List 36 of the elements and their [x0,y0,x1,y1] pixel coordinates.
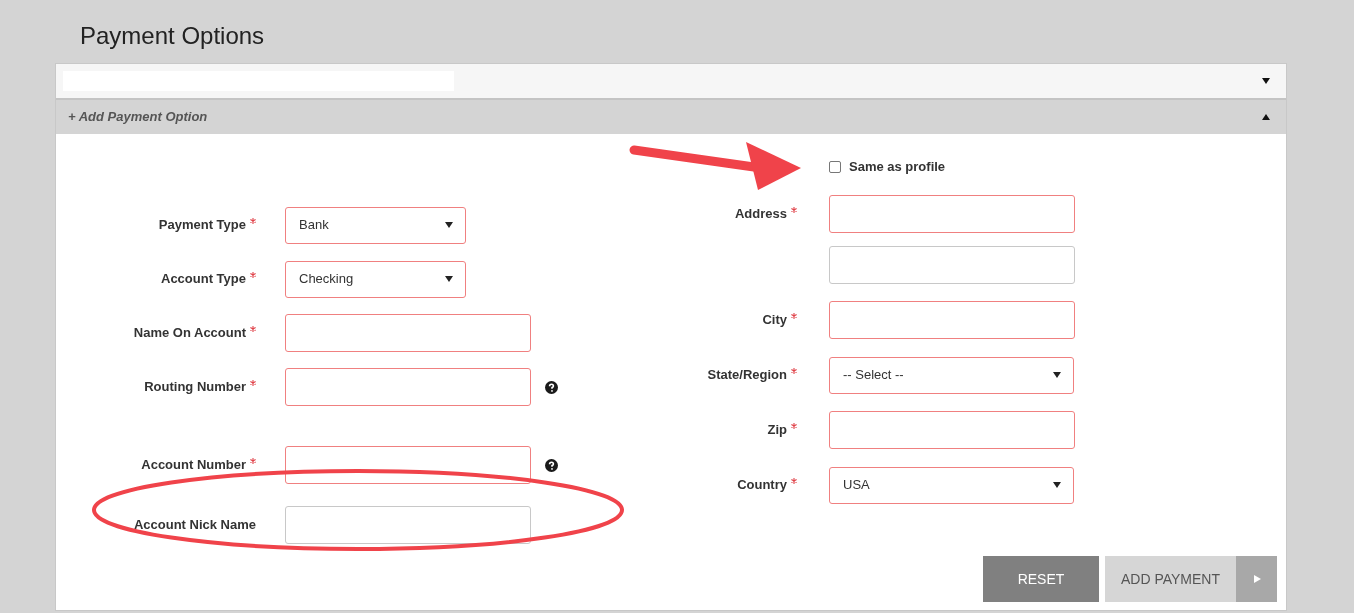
caret-icon [445,221,453,229]
input-field[interactable] [285,314,531,352]
help-icon[interactable] [545,458,558,472]
dropdown[interactable]: Checking [285,260,466,298]
field-label: Account Nick Name [133,517,256,533]
field-label: City [762,312,787,328]
play-icon [1252,575,1261,583]
field-label: State/Region [707,367,787,383]
caret-icon [1053,481,1061,489]
dropdown[interactable]: USA [829,466,1074,504]
input-field[interactable] [829,301,1075,339]
caret-icon [445,275,453,283]
field-label: Country [737,477,787,493]
field-label: Account Type [161,271,246,287]
section-header[interactable]: + Add Payment Option [56,98,1286,134]
caret-icon [1053,371,1061,379]
input-field[interactable] [829,411,1075,449]
help-icon[interactable] [545,380,558,394]
page-title: Payment Options [80,20,265,51]
field-label: Routing Number [144,379,246,395]
input-field[interactable] [829,195,1075,233]
input-field[interactable] [285,506,531,544]
input-field[interactable] [285,368,531,406]
field-label: Address [734,206,787,222]
add-payment-button[interactable]: ADD PAYMENT [1105,556,1277,602]
field-label: Zip [767,422,787,438]
reset-button[interactable]: RESET [983,556,1099,602]
checkbox-label[interactable]: Same as profile [849,157,946,177]
field-label: Account Number [141,457,246,473]
section-title: + Add Payment Option [68,108,208,127]
input-field[interactable] [829,246,1075,284]
field-label: Name On Account [133,325,246,341]
checkbox[interactable] [829,161,841,173]
dropdown[interactable]: -- Select -- [829,356,1074,394]
dropdown[interactable]: Bank [285,206,466,244]
field-label: Payment Type [158,217,246,233]
